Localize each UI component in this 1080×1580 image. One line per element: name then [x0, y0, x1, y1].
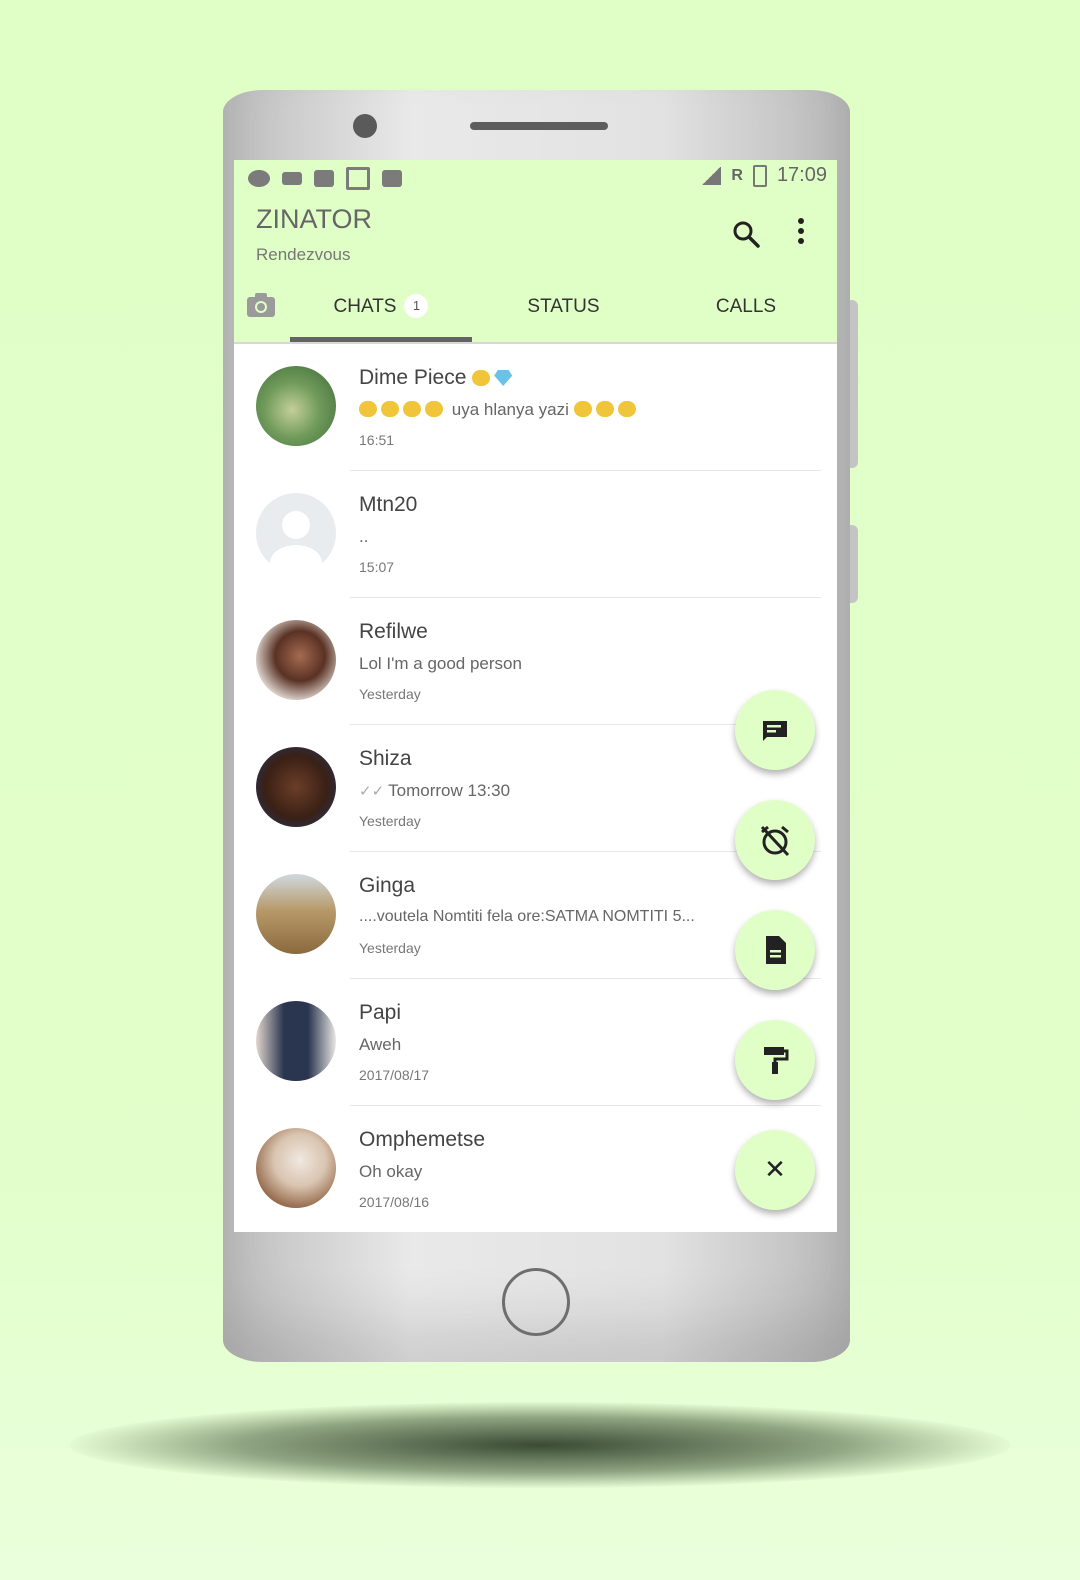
message-time: Yesterday: [359, 686, 421, 702]
roaming-indicator: R: [731, 166, 743, 184]
message-time: 2017/08/16: [359, 1194, 430, 1210]
contact-name: Omphemetse: [359, 1128, 486, 1151]
message-time: 16:51: [359, 432, 395, 448]
camera-icon[interactable]: [246, 292, 276, 318]
video-icon: [282, 172, 302, 185]
message-preview: uya hlanya yazi: [359, 400, 640, 420]
message-time: 15:07: [359, 559, 395, 575]
unread-badge: 1: [404, 294, 429, 318]
message-preview: ....voutela Nomtiti fela ore:SATMA NOMTI…: [359, 908, 695, 925]
app-title: ZINATOR: [256, 204, 373, 234]
status-bar-right: R 17:09: [701, 164, 827, 187]
avatar: [256, 366, 336, 446]
avatar: [256, 747, 336, 827]
phone-shadow: [70, 1402, 1010, 1488]
tab-calls-label: CALLS: [715, 296, 777, 317]
message-preview: Oh okay: [359, 1162, 423, 1181]
message-time: Yesterday: [359, 940, 421, 956]
data-icon: [314, 170, 334, 187]
power-button: [850, 525, 858, 603]
chat-row[interactable]: Mtn20 .. 15:07: [234, 471, 837, 598]
avatar: [256, 1001, 336, 1081]
tab-status[interactable]: STATUS: [472, 290, 655, 330]
message-icon: [763, 721, 787, 741]
search-icon[interactable]: [732, 220, 760, 248]
close-icon: ✕: [764, 1155, 786, 1185]
emoji-icon: [472, 370, 491, 386]
car-icon: [382, 170, 402, 187]
tab-chats[interactable]: CHATS 1: [290, 290, 472, 330]
avatar: [256, 1128, 336, 1208]
diamond-emoji-icon: [494, 370, 513, 386]
signal-icon: [701, 166, 722, 185]
message-preview: Lol I'm a good person: [359, 654, 522, 673]
contact-name: Mtn20: [359, 493, 418, 516]
alarm-off-fab[interactable]: [735, 800, 815, 880]
message-time: Yesterday: [359, 813, 421, 829]
double-tick-icon: ✓✓: [359, 783, 385, 800]
document-fab[interactable]: [735, 910, 815, 990]
chat-notification-icon: [248, 170, 270, 187]
contact-name: Ginga: [359, 874, 416, 897]
paint-roller-icon: [764, 1047, 789, 1074]
new-message-fab[interactable]: [735, 690, 815, 770]
message-time: 2017/08/17: [359, 1067, 430, 1083]
front-camera: [353, 114, 377, 138]
theme-fab[interactable]: [735, 1020, 815, 1100]
clock: 17:09: [776, 164, 827, 186]
contact-name: Papi: [359, 1001, 402, 1024]
document-icon: [766, 936, 786, 964]
battery-icon: [752, 164, 767, 187]
contact-name: Refilwe: [359, 620, 428, 643]
avatar: [256, 620, 336, 700]
home-button[interactable]: [502, 1268, 570, 1336]
tab-chats-label: CHATS: [333, 296, 397, 317]
tab-calls[interactable]: CALLS: [655, 290, 837, 330]
alarm-off-icon: [760, 825, 790, 857]
notification-icons: [248, 167, 402, 190]
screenshot-icon: [346, 167, 370, 190]
app-subtitle: Rendezvous: [256, 245, 351, 264]
volume-button: [850, 300, 858, 468]
tab-status-label: STATUS: [527, 296, 600, 317]
more-vert-icon[interactable]: [794, 218, 808, 250]
chat-row[interactable]: Dime Piece uya hlanya yazi 16:51: [234, 344, 837, 471]
earpiece-speaker: [470, 122, 608, 130]
contact-name: Dime Piece: [359, 366, 513, 390]
message-preview: ✓✓ Tomorrow 13:30: [359, 781, 511, 800]
app-screen: R 17:09 ZINATOR Rendezvous CHATS 1 STATUS…: [234, 160, 837, 1232]
contact-name: Shiza: [359, 747, 412, 770]
close-fab[interactable]: ✕: [735, 1130, 815, 1210]
avatar: [256, 874, 336, 954]
app-bar: R 17:09 ZINATOR Rendezvous CHATS 1 STATUS…: [234, 160, 837, 342]
message-preview: Aweh: [359, 1035, 402, 1054]
default-avatar-icon: [256, 493, 336, 573]
message-preview: ..: [359, 527, 369, 546]
